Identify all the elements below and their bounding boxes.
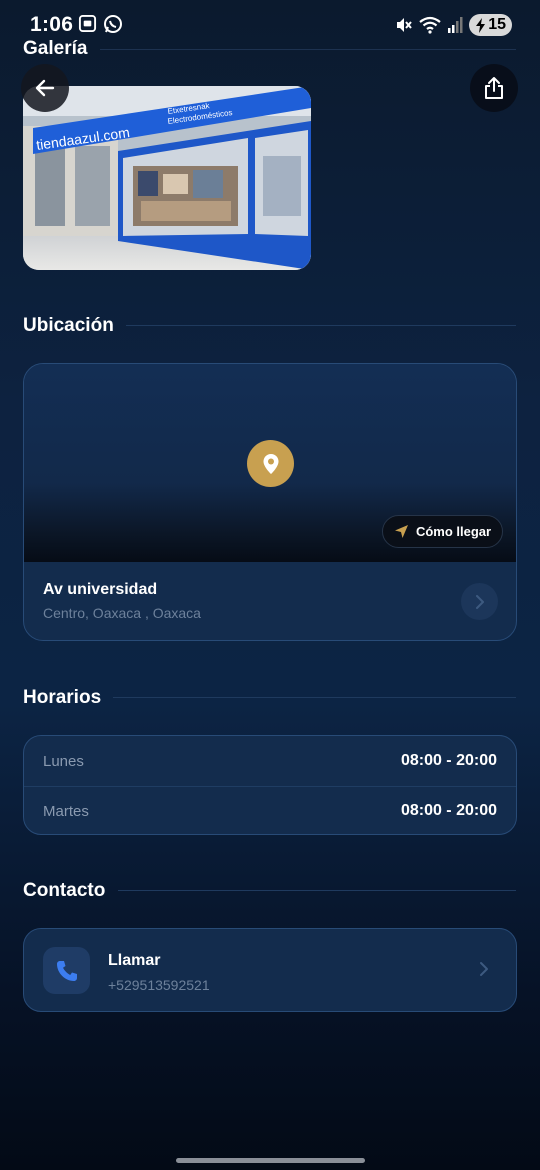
arrow-left-icon	[35, 79, 55, 97]
status-right-icons: 15	[395, 14, 512, 36]
call-label: Llamar	[108, 952, 161, 969]
chevron-right-icon	[475, 594, 484, 609]
home-indicator[interactable]	[176, 1158, 365, 1163]
hours-time: 08:00 - 20:00	[400, 802, 497, 819]
location-card: Cómo llegar Av universidad Centro, Oaxac…	[23, 363, 517, 641]
gallery-image[interactable]: tiendaazul.com Etxetresnak Electrodomést…	[23, 86, 311, 270]
map-pin[interactable]	[247, 440, 294, 487]
hours-divider-line	[113, 697, 516, 698]
share-icon	[485, 77, 503, 99]
screenshot-icon	[78, 14, 97, 33]
hours-row: Martes 08:00 - 20:00	[24, 786, 516, 834]
address-open-button[interactable]	[461, 583, 498, 620]
chevron-right-icon	[480, 962, 488, 976]
hours-time: 08:00 - 20:00	[400, 752, 497, 769]
battery-icon: 15	[469, 14, 512, 36]
status-left-icons	[78, 14, 123, 34]
store-photo: tiendaazul.com Etxetresnak Electrodomést…	[23, 86, 311, 270]
address-line: Av universidad	[43, 581, 158, 598]
contact-title: Contacto	[23, 880, 106, 901]
location-title: Ubicación	[23, 315, 114, 336]
phone-icon	[56, 960, 77, 981]
map-view[interactable]: Cómo llegar	[24, 364, 516, 562]
signal-icon	[448, 17, 463, 33]
hours-row: Lunes 08:00 - 20:00	[24, 736, 516, 786]
directions-button[interactable]: Cómo llegar	[382, 515, 503, 548]
gallery-divider	[100, 49, 516, 50]
location-divider	[126, 325, 516, 326]
phone-tile	[43, 947, 90, 994]
battery-level: 15	[488, 16, 506, 33]
location-pin-icon	[263, 453, 278, 474]
whatsapp-icon	[104, 15, 122, 33]
status-time: 1:06	[30, 13, 74, 36]
mute-icon	[397, 18, 412, 32]
back-button[interactable]	[21, 64, 69, 112]
phone-number: +529513592521	[108, 977, 210, 993]
call-card[interactable]: Llamar +529513592521	[23, 928, 517, 1012]
navigation-arrow-icon	[394, 525, 408, 538]
gallery-title: Galería	[23, 38, 88, 59]
contact-divider	[118, 890, 516, 891]
share-button[interactable]	[470, 64, 518, 112]
hours-day: Martes	[43, 802, 89, 820]
hours-card: Lunes 08:00 - 20:00 Martes 08:00 - 20:00	[23, 735, 517, 835]
hours-day: Lunes	[43, 752, 84, 770]
wifi-icon	[419, 16, 441, 34]
directions-label: Cómo llegar	[415, 524, 492, 539]
hours-title: Horarios	[23, 687, 102, 708]
address-detail: Centro, Oaxaca , Oaxaca	[43, 605, 201, 621]
